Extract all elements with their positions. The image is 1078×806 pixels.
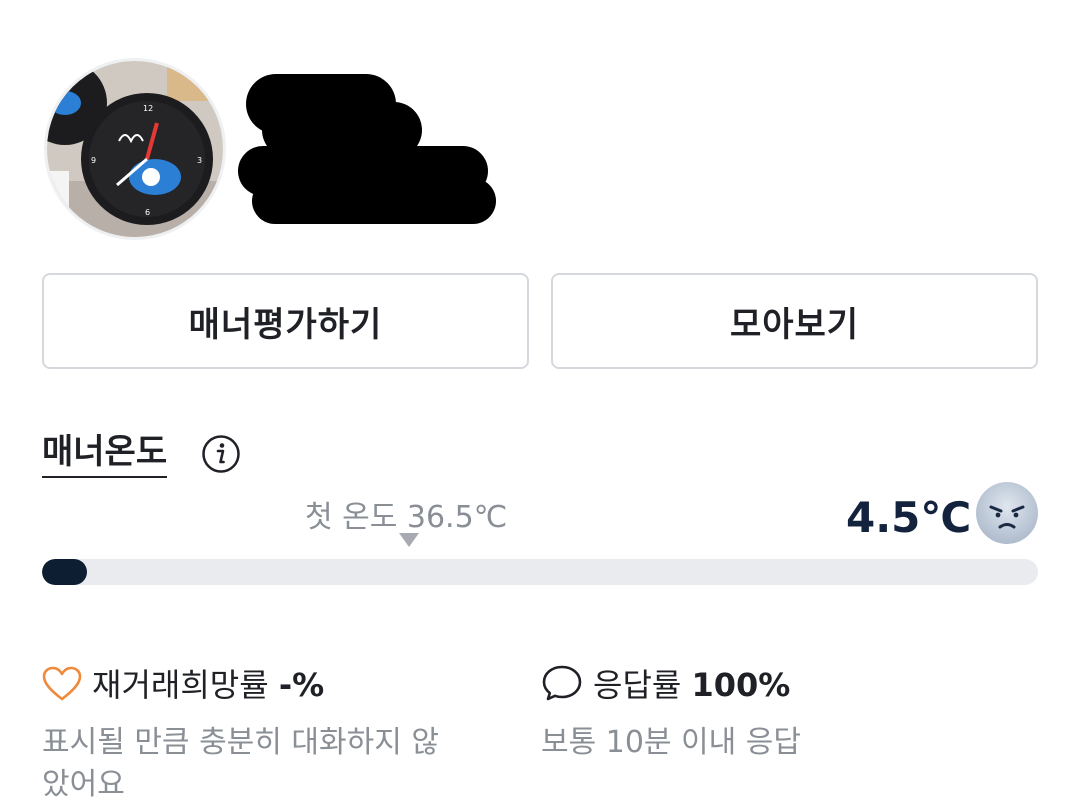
response-rate: 응답률 100% bbox=[541, 660, 790, 706]
profile-photo-clock: 12 3 6 9 bbox=[47, 61, 223, 237]
rate-manner-label: 매너평가하기 bbox=[188, 304, 383, 345]
rebuy-rate-label: 재거래희망률 bbox=[92, 666, 269, 704]
heart-icon bbox=[42, 666, 82, 701]
manner-temperature-bar-fill bbox=[42, 559, 87, 585]
first-temperature-pointer-icon bbox=[399, 532, 419, 551]
response-rate-label: 응답률 bbox=[593, 666, 682, 704]
chat-bubble-icon bbox=[542, 665, 582, 701]
collection-button[interactable]: 모아보기 bbox=[551, 273, 1038, 369]
rebuy-rate-value: -% bbox=[278, 666, 325, 704]
response-rate-description: 보통 10분 이내 응답 bbox=[541, 725, 801, 760]
current-temperature: 4.5℃ bbox=[846, 493, 972, 542]
rebuy-rate-description: 표시될 만큼 충분히 대화하지 않았어요 bbox=[42, 725, 439, 802]
avatar[interactable]: 12 3 6 9 bbox=[44, 58, 226, 240]
manner-temperature-bar bbox=[42, 559, 1038, 585]
svg-text:3: 3 bbox=[197, 156, 202, 165]
svg-text:6: 6 bbox=[145, 208, 150, 217]
first-temperature-label: 첫 온도 36.5℃ bbox=[305, 500, 508, 535]
svg-text:9: 9 bbox=[91, 156, 96, 165]
rate-manner-button[interactable]: 매너평가하기 bbox=[42, 273, 529, 369]
collection-label: 모아보기 bbox=[729, 304, 860, 345]
svg-text:12: 12 bbox=[143, 104, 153, 113]
manner-temperature-title[interactable]: 매너온도 bbox=[42, 432, 168, 478]
response-rate-value: 100% bbox=[691, 666, 791, 704]
angry-face-icon bbox=[975, 481, 1039, 549]
info-icon[interactable] bbox=[201, 434, 241, 478]
rebuy-rate: 재거래희망률 -% bbox=[42, 660, 324, 706]
